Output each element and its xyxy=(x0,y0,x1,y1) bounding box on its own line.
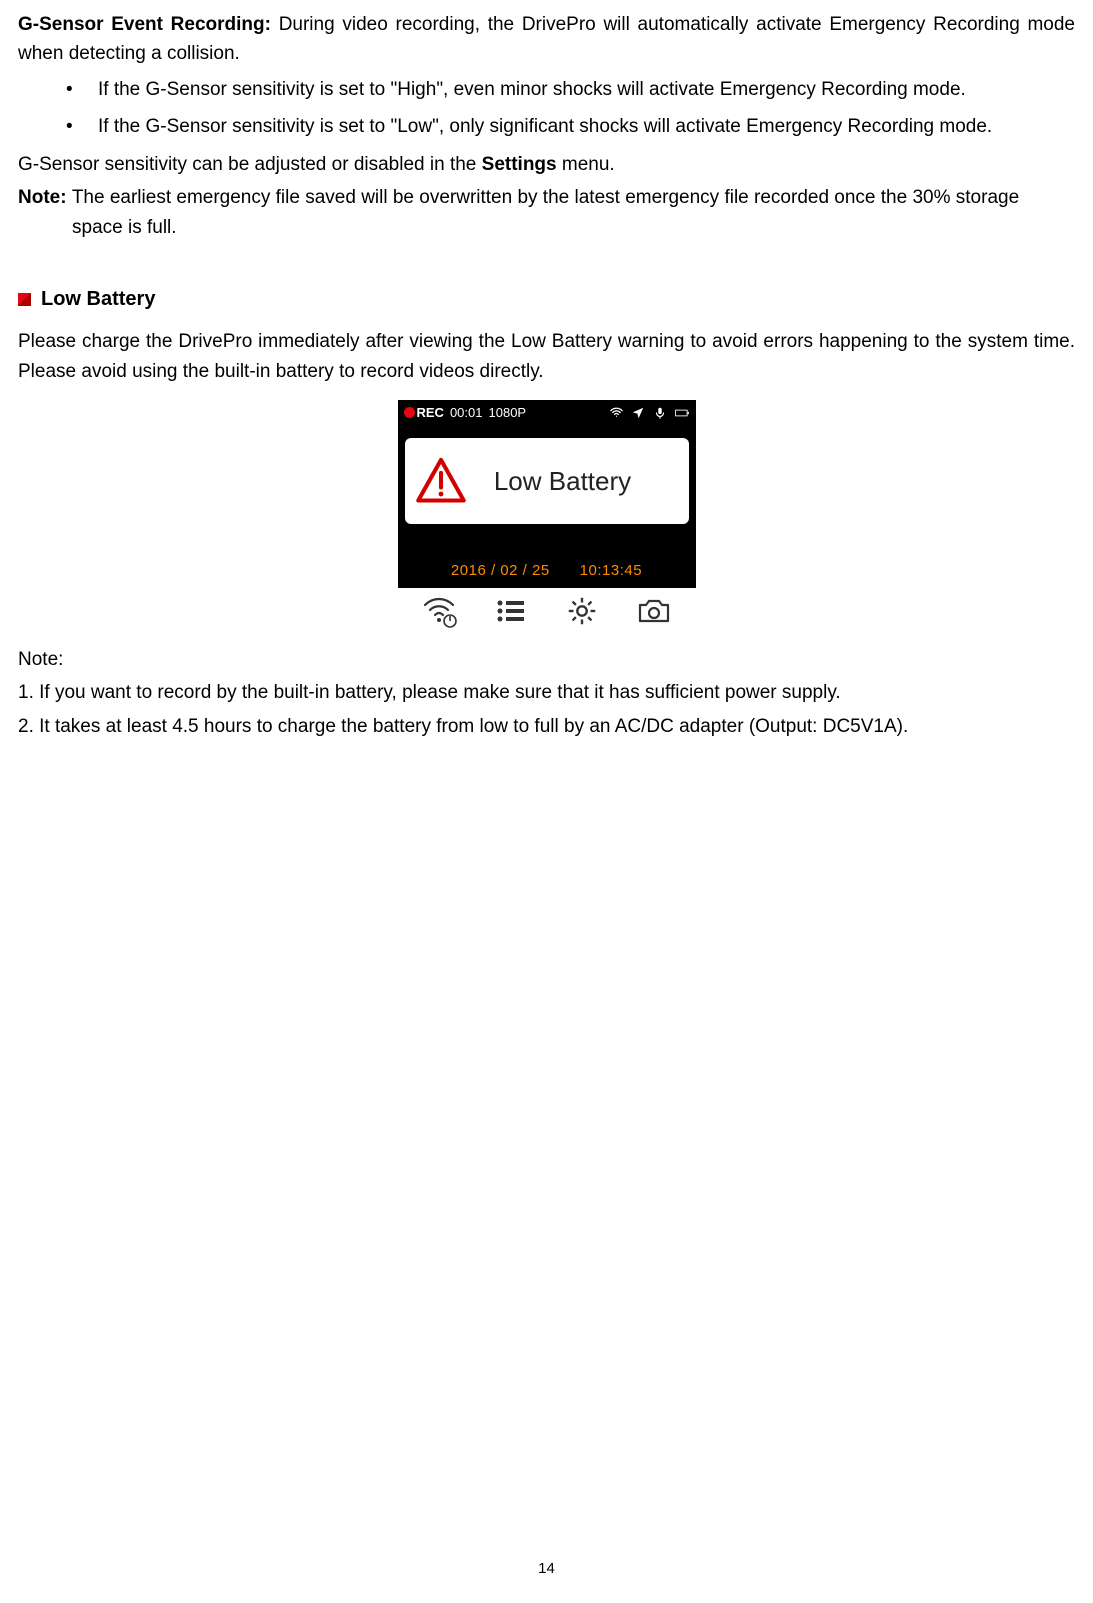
low-battery-dialog: Low Battery xyxy=(405,438,689,524)
gsensor-adjust-line: G-Sensor sensitivity can be adjusted or … xyxy=(18,150,1075,179)
location-arrow-icon xyxy=(631,405,646,420)
settings-gear-icon[interactable] xyxy=(562,593,602,629)
battery-icon xyxy=(675,405,690,420)
microphone-icon xyxy=(653,405,668,420)
wifi-icon xyxy=(609,405,624,420)
camera-snapshot-icon[interactable] xyxy=(634,593,674,629)
device-topbar: REC 00:01 1080P xyxy=(398,400,696,426)
rec-dot-icon xyxy=(404,407,415,418)
resolution-label: 1080P xyxy=(489,403,527,423)
section-title: Low Battery xyxy=(41,284,155,315)
gsensor-note: Note: The earliest emergency file saved … xyxy=(18,183,1075,242)
note-label: Note: xyxy=(18,645,1075,674)
list-item: If the G-Sensor sensitivity is set to "H… xyxy=(90,75,1075,104)
low-battery-heading: Low Battery xyxy=(18,284,1075,315)
gsensor-heading-bold: G-Sensor Event Recording: xyxy=(18,14,279,35)
device-screen: REC 00:01 1080P xyxy=(398,400,696,588)
note-item-2: 2. It takes at least 4.5 hours to charge… xyxy=(18,712,1075,741)
bullet-text: If the G-Sensor sensitivity is set to "H… xyxy=(98,79,966,100)
section-bullet-icon xyxy=(18,293,31,306)
adjust-pre: G-Sensor sensitivity can be adjusted or … xyxy=(18,154,482,175)
timestamp-overlay: 2016 / 02 / 25 10:13:45 xyxy=(398,559,696,584)
topbar-status-icons xyxy=(609,405,690,420)
note-text: The earliest emergency file saved will b… xyxy=(72,187,1019,237)
overlay-date: 2016 / 02 / 25 xyxy=(451,559,550,582)
warning-triangle-icon xyxy=(415,455,467,507)
gsensor-bullet-list: If the G-Sensor sensitivity is set to "H… xyxy=(18,75,1075,142)
overlay-time: 10:13:45 xyxy=(580,559,642,582)
low-battery-intro: Please charge the DrivePro immediately a… xyxy=(18,327,1075,386)
device-screenshot: REC 00:01 1080P xyxy=(398,400,696,635)
adjust-bold: Settings xyxy=(482,154,557,175)
rec-label: REC xyxy=(417,403,444,423)
rec-elapsed-time: 00:01 xyxy=(450,403,483,423)
adjust-post: menu. xyxy=(557,154,615,175)
device-bottombar xyxy=(398,588,696,635)
list-item: If the G-Sensor sensitivity is set to "L… xyxy=(90,112,1075,141)
wifi-power-icon[interactable] xyxy=(419,593,459,629)
menu-list-icon[interactable] xyxy=(491,593,531,629)
bullet-text: If the G-Sensor sensitivity is set to "L… xyxy=(98,116,992,137)
dialog-text: Low Battery xyxy=(467,461,679,501)
page-number: 14 xyxy=(0,1560,1093,1577)
note-label: Note: xyxy=(18,187,72,208)
gsensor-paragraph: G-Sensor Event Recording: During video r… xyxy=(18,10,1075,69)
note-item-1: 1. If you want to record by the built-in… xyxy=(18,678,1075,707)
